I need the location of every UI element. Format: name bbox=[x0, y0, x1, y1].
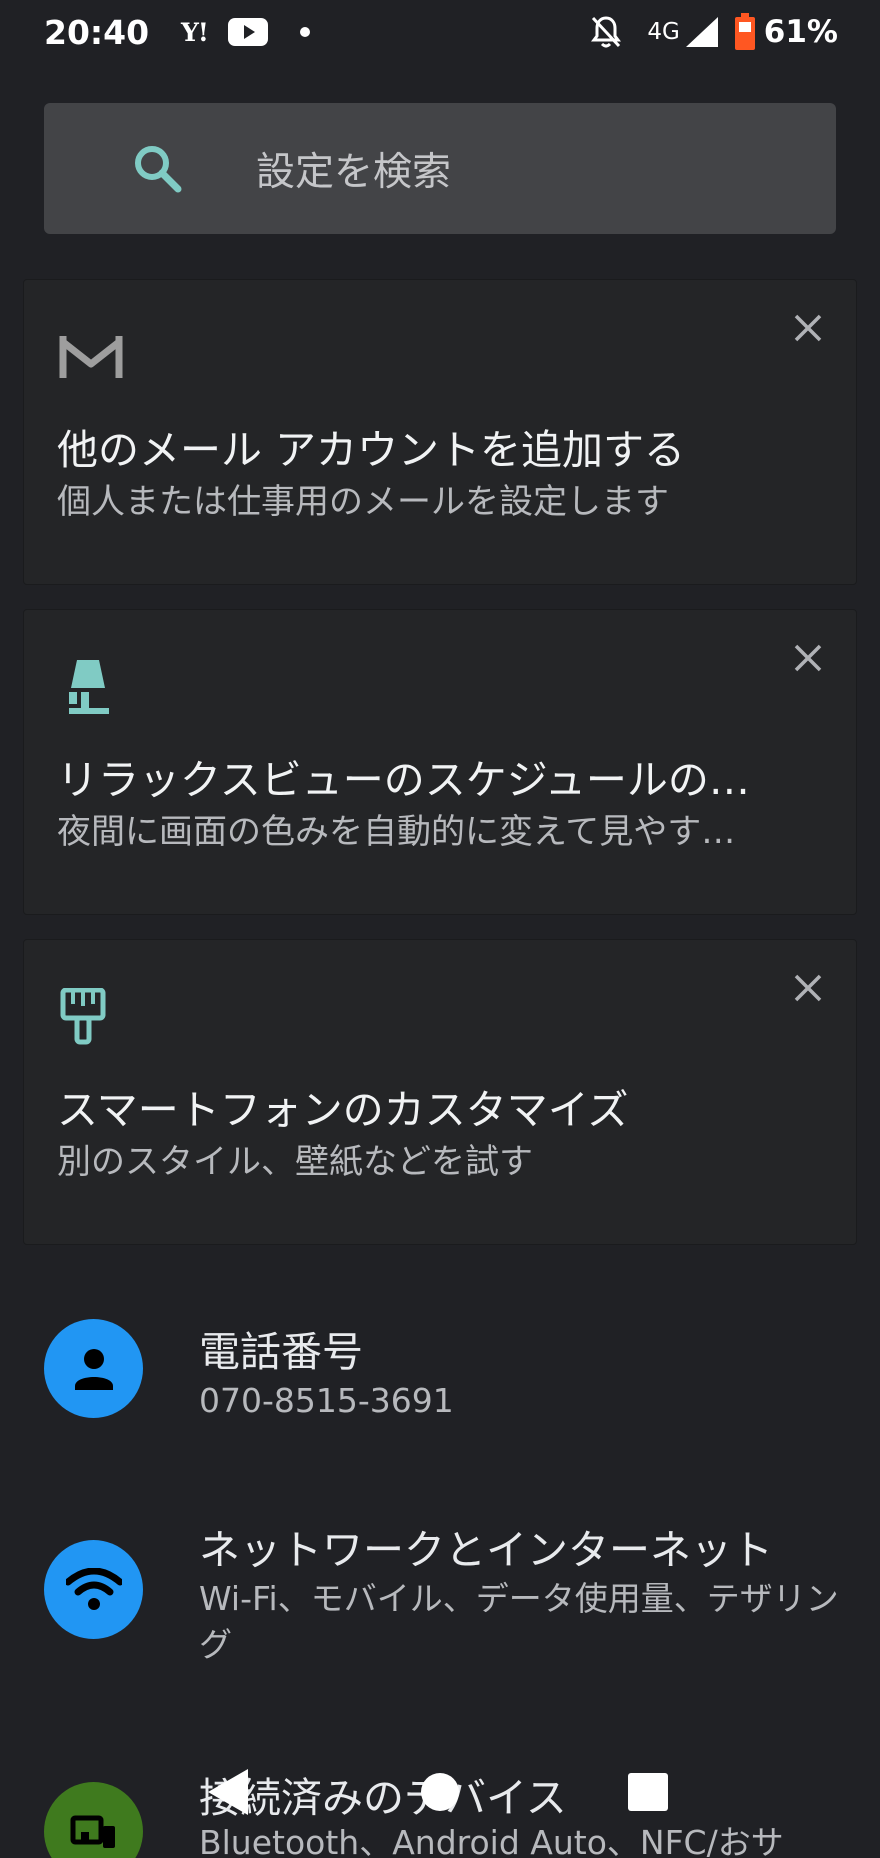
search-placeholder: 設定を検索 bbox=[256, 149, 452, 195]
card-title: 他のメール アカウントを追加する bbox=[57, 426, 686, 474]
wifi-icon bbox=[44, 1540, 143, 1639]
back-icon[interactable] bbox=[208, 1769, 248, 1815]
card-title: リラックスビューのスケジュールの… bbox=[57, 756, 750, 804]
suggestion-card-customize[interactable]: スマートフォンのカスタマイズ 別のスタイル、壁紙などを試す bbox=[23, 939, 857, 1245]
network-type: 4G bbox=[647, 19, 680, 45]
card-title: スマートフォンのカスタマイズ bbox=[57, 1086, 629, 1134]
bell-off-icon bbox=[589, 14, 623, 50]
person-icon bbox=[44, 1319, 143, 1418]
paintbrush-icon bbox=[57, 988, 125, 1046]
card-subtitle: 夜間に画面の色みを自動的に変えて見やす… bbox=[57, 812, 736, 852]
status-bar: 20:40 Y! 4G 61% bbox=[0, 0, 880, 64]
suggestion-card-night-light[interactable]: リラックスビューのスケジュールの… 夜間に画面の色みを自動的に変えて見やす… bbox=[23, 609, 857, 915]
signal-icon bbox=[684, 15, 720, 49]
dismiss-close-icon[interactable] bbox=[788, 308, 828, 348]
settings-item-subtitle: 070-8515-3691 bbox=[199, 1381, 454, 1420]
card-subtitle: 別のスタイル、壁紙などを試す bbox=[57, 1142, 533, 1182]
system-navigation-bar bbox=[0, 1725, 880, 1858]
gmail-icon bbox=[57, 328, 125, 386]
card-subtitle: 個人または仕事用のメールを設定します bbox=[57, 482, 669, 522]
battery-icon bbox=[734, 13, 756, 51]
settings-item-phone-number[interactable]: 電話番号 070-8515-3691 bbox=[0, 1290, 880, 1450]
yahoo-icon: Y! bbox=[181, 17, 209, 47]
recents-icon[interactable] bbox=[628, 1773, 668, 1811]
settings-screen: 20:40 Y! 4G 61% 設定を検索 他のメール アカウントを追加する 個… bbox=[0, 0, 880, 1858]
suggestion-card-add-email[interactable]: 他のメール アカウントを追加する 個人または仕事用のメールを設定します bbox=[23, 279, 857, 585]
settings-item-title: ネットワークとインターネット bbox=[199, 1526, 773, 1574]
battery-percent: 61% bbox=[763, 14, 838, 50]
home-icon[interactable] bbox=[421, 1773, 459, 1811]
settings-item-network[interactable]: ネットワークとインターネット Wi-Fi、モバイル、データ使用量、テザリング bbox=[0, 1500, 880, 1700]
lamp-icon bbox=[57, 658, 125, 716]
settings-item-title: 電話番号 bbox=[199, 1328, 363, 1376]
settings-search-bar[interactable]: 設定を検索 bbox=[44, 103, 836, 234]
search-icon bbox=[130, 141, 186, 197]
settings-item-subtitle: Wi-Fi、モバイル、データ使用量、テザリング bbox=[199, 1579, 839, 1664]
youtube-icon bbox=[227, 18, 268, 46]
notification-dot-icon bbox=[299, 27, 310, 37]
dismiss-close-icon[interactable] bbox=[788, 968, 828, 1008]
status-time: 20:40 bbox=[44, 12, 150, 52]
dismiss-close-icon[interactable] bbox=[788, 638, 828, 678]
